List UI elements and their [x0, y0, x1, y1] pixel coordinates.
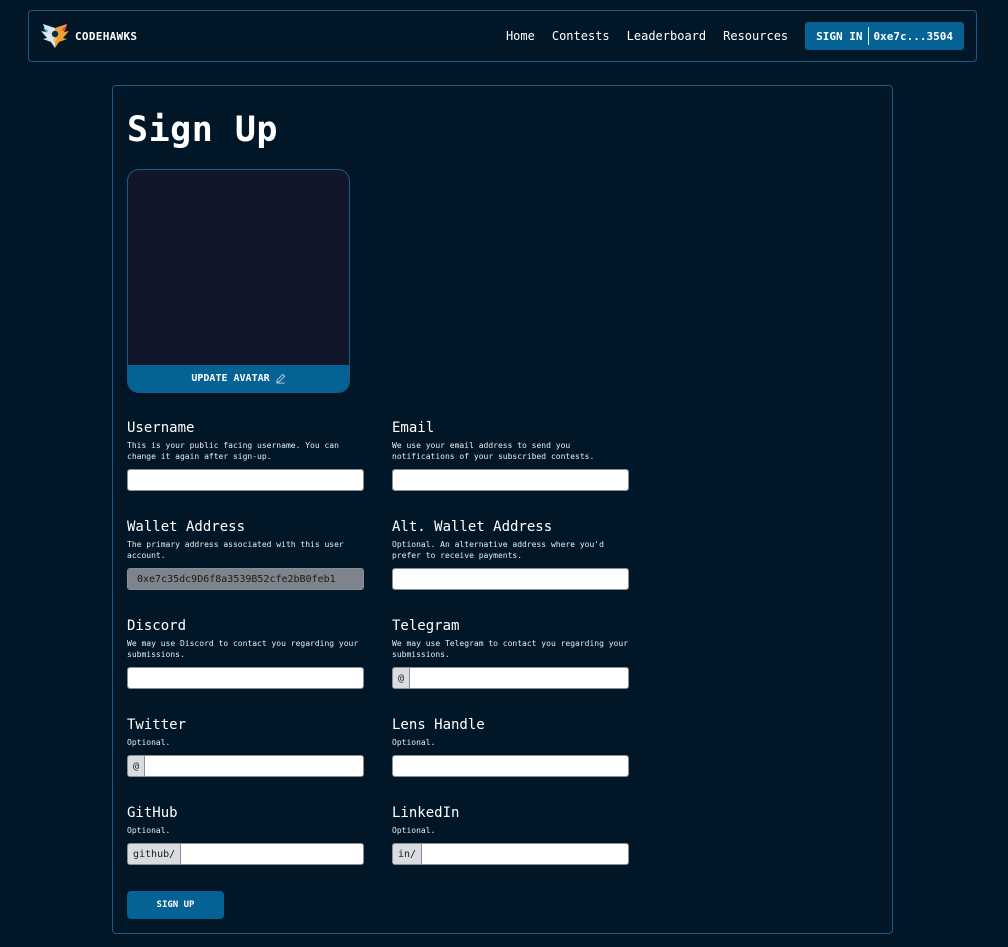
- github-label: GitHub: [127, 805, 178, 821]
- telegram-prefix: @: [393, 668, 411, 688]
- top-navbar: CODEHAWKS Home Contests Leaderboard Reso…: [28, 10, 977, 62]
- wallet-address-input: [128, 569, 363, 589]
- wallet-short-address: 0xe7c...3504: [873, 29, 953, 43]
- lens-handle-input[interactable]: [393, 756, 628, 776]
- page-title: Sign Up: [127, 110, 279, 150]
- github-input-wrap: github/: [127, 843, 364, 865]
- sign-in-label: SIGN IN: [816, 29, 863, 43]
- username-input-wrap: [127, 469, 364, 491]
- nav-link-home[interactable]: Home: [506, 29, 535, 43]
- lens-field-group: Lens Handle Optional.: [392, 717, 629, 777]
- email-description: We use your email address to send you no…: [392, 441, 595, 461]
- update-avatar-label: UPDATE AVATAR: [191, 373, 270, 384]
- linkedin-prefix: in/: [393, 844, 423, 864]
- wallet-field-group: Wallet Address The primary address assoc…: [127, 519, 364, 590]
- twitter-prefix: @: [128, 756, 146, 776]
- twitter-input[interactable]: [145, 756, 363, 776]
- email-input[interactable]: [393, 470, 628, 490]
- github-prefix: github/: [128, 844, 182, 864]
- github-input[interactable]: [181, 844, 363, 864]
- wallet-input-wrap: [127, 568, 364, 590]
- alt-wallet-input[interactable]: [393, 569, 628, 589]
- telegram-label: Telegram: [392, 618, 460, 634]
- linkedin-input-wrap: in/: [392, 843, 629, 865]
- nav-links: Home Contests Leaderboard Resources SIGN…: [506, 22, 964, 50]
- username-description: This is your public facing username. You…: [127, 441, 339, 461]
- email-field-group: Email We use your email address to send …: [392, 420, 629, 491]
- telegram-input[interactable]: [410, 668, 628, 688]
- wallet-description: The primary address associated with this…: [127, 540, 344, 560]
- pencil-icon: [275, 373, 285, 384]
- telegram-field-group: Telegram We may use Telegram to contact …: [392, 618, 629, 689]
- username-field-group: Username This is your public facing user…: [127, 420, 364, 491]
- discord-input-wrap: [127, 667, 364, 689]
- sign-in-button[interactable]: SIGN IN 0xe7c...3504: [805, 22, 964, 50]
- linkedin-label: LinkedIn: [392, 805, 460, 821]
- linkedin-field-group: LinkedIn Optional. in/: [392, 805, 629, 865]
- email-label: Email: [392, 420, 435, 436]
- alt-wallet-input-wrap: [392, 568, 629, 590]
- lens-description: Optional.: [392, 738, 436, 747]
- discord-field-group: Discord We may use Discord to contact yo…: [127, 618, 364, 689]
- wallet-label: Wallet Address: [127, 519, 246, 535]
- update-avatar-button[interactable]: UPDATE AVATAR: [128, 365, 349, 392]
- divider: [867, 27, 869, 45]
- twitter-label: Twitter: [127, 717, 187, 733]
- hawk-logo-icon: [41, 24, 69, 48]
- discord-input[interactable]: [128, 668, 363, 688]
- alt-wallet-description: Optional. An alternative address where y…: [392, 540, 604, 560]
- nav-link-resources[interactable]: Resources: [723, 29, 788, 43]
- avatar-preview: UPDATE AVATAR: [127, 169, 350, 393]
- twitter-description: Optional.: [127, 738, 171, 747]
- linkedin-input[interactable]: [422, 844, 628, 864]
- twitter-input-wrap: @: [127, 755, 364, 777]
- github-description: Optional.: [127, 826, 171, 835]
- username-label: Username: [127, 420, 195, 436]
- github-field-group: GitHub Optional. github/: [127, 805, 364, 865]
- lens-label: Lens Handle: [392, 717, 485, 733]
- nav-link-contests[interactable]: Contests: [552, 29, 610, 43]
- username-input[interactable]: [128, 470, 363, 490]
- brand[interactable]: CODEHAWKS: [39, 22, 137, 50]
- linkedin-description: Optional.: [392, 826, 436, 835]
- alt-wallet-label: Alt. Wallet Address: [392, 519, 553, 535]
- sign-up-button[interactable]: SIGN UP: [127, 891, 224, 919]
- brand-name: CODEHAWKS: [75, 29, 138, 43]
- discord-description: We may use Discord to contact you regard…: [127, 639, 359, 659]
- discord-label: Discord: [127, 618, 187, 634]
- email-input-wrap: [392, 469, 629, 491]
- telegram-description: We may use Telegram to contact you regar…: [392, 639, 629, 659]
- twitter-field-group: Twitter Optional. @: [127, 717, 364, 777]
- alt-wallet-field-group: Alt. Wallet Address Optional. An alterna…: [392, 519, 629, 590]
- nav-link-leaderboard[interactable]: Leaderboard: [627, 29, 706, 43]
- telegram-input-wrap: @: [392, 667, 629, 689]
- lens-input-wrap: [392, 755, 629, 777]
- signup-card: Sign Up UPDATE AVATAR Username This is y…: [112, 85, 893, 934]
